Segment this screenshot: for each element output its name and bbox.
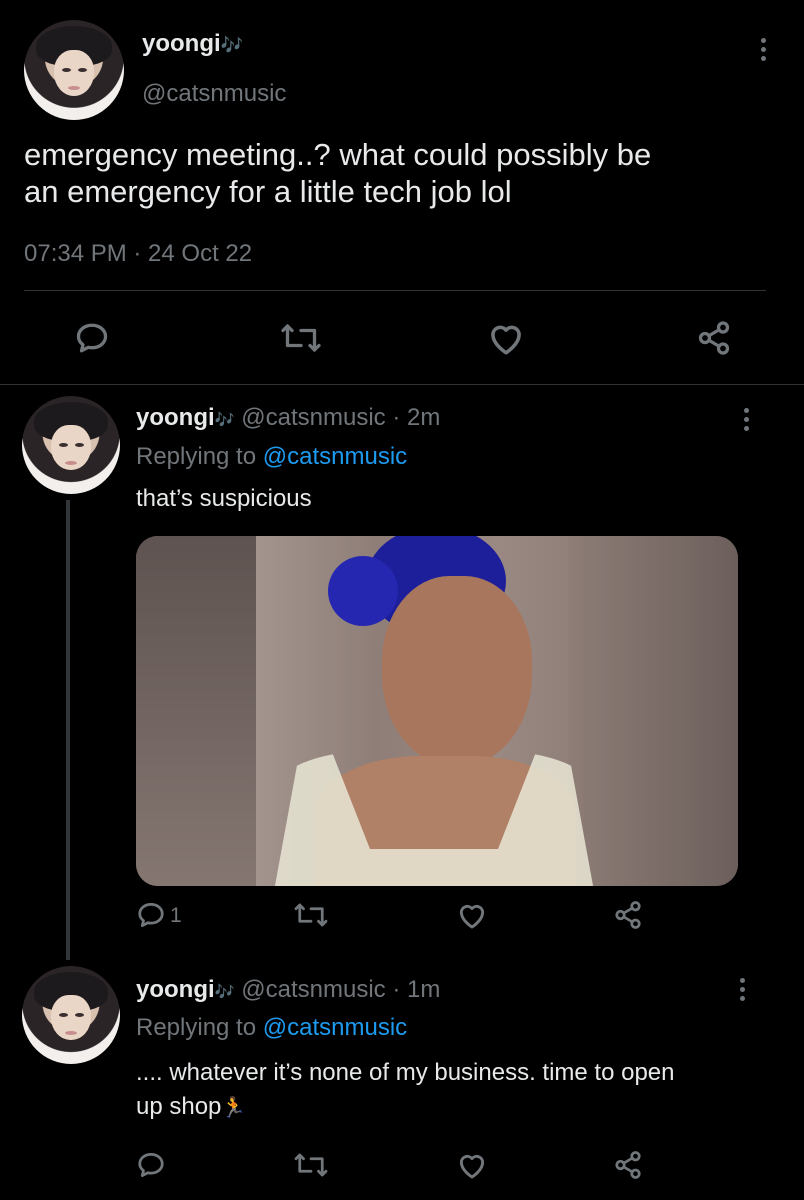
author-handle[interactable]: @catsnmusic: [142, 80, 286, 108]
display-name[interactable]: yoongi: [136, 976, 215, 1003]
like-icon[interactable]: [456, 900, 488, 935]
author-handle[interactable]: @catsnmusic: [241, 404, 385, 431]
tweet-timestamp[interactable]: 07:34 PM · 24 Oct 22: [24, 240, 252, 268]
tweet-text: emergency meeting..? what could possibly…: [24, 136, 651, 210]
share-icon[interactable]: [612, 900, 644, 935]
reply-text-words: up shop: [136, 1093, 222, 1120]
divider: [24, 290, 766, 291]
display-name: yoongi: [142, 30, 221, 57]
replying-to: Replying to @catsnmusic: [136, 1014, 407, 1042]
reply-text: .... whatever it’s none of my business. …: [136, 1056, 675, 1125]
reply-text: that’s suspicious: [136, 485, 312, 512]
divider: [0, 384, 804, 385]
reply-time: · 1m: [392, 976, 441, 1003]
reply-time: · 2m: [392, 404, 441, 431]
like-icon[interactable]: [486, 320, 526, 361]
avatar[interactable]: [24, 20, 124, 120]
replying-to: Replying to @catsnmusic: [136, 443, 407, 471]
running-emoji: 🏃: [221, 1097, 247, 1119]
music-emoji: 🎶: [214, 412, 235, 429]
replying-to-label: Replying to: [136, 1014, 257, 1041]
thread-line: [66, 500, 70, 960]
retweet-icon[interactable]: [280, 320, 322, 361]
like-icon[interactable]: [456, 1150, 488, 1185]
share-icon[interactable]: [612, 1150, 644, 1185]
reply-header: yoongi🎶 @catsnmusic · 1m: [136, 976, 440, 1004]
avatar[interactable]: [22, 396, 120, 494]
author-handle[interactable]: @catsnmusic: [241, 976, 385, 1003]
display-name[interactable]: yoongi: [136, 404, 215, 431]
more-options-icon[interactable]: [761, 38, 767, 65]
reply-image[interactable]: [136, 536, 738, 886]
more-options-icon[interactable]: [740, 978, 746, 1005]
reply-icon[interactable]: [74, 320, 110, 361]
tweet-text-line: emergency meeting..? what could possibly…: [24, 137, 652, 172]
tweet-text-line: an emergency for a little tech job lol: [24, 174, 512, 209]
reply-header: yoongi🎶 @catsnmusic · 2m: [136, 404, 440, 432]
replying-to-label: Replying to: [136, 443, 257, 470]
replying-to-handle[interactable]: @catsnmusic: [263, 443, 407, 470]
reply-icon[interactable]: [136, 1150, 166, 1185]
reply-icon[interactable]: [136, 900, 166, 935]
reply-count: 1: [170, 904, 182, 927]
avatar[interactable]: [22, 966, 120, 1064]
retweet-icon[interactable]: [293, 1150, 329, 1185]
reply-text-line: .... whatever it’s none of my business. …: [136, 1059, 675, 1086]
music-emoji: 🎶: [220, 35, 244, 55]
music-emoji: 🎶: [214, 984, 235, 1001]
author-name[interactable]: yoongi🎶: [142, 30, 243, 58]
reply-text-line: up shop🏃: [136, 1090, 675, 1125]
replying-to-handle[interactable]: @catsnmusic: [263, 1014, 407, 1041]
share-icon[interactable]: [694, 320, 734, 361]
retweet-icon[interactable]: [293, 900, 329, 935]
more-options-icon[interactable]: [744, 408, 750, 435]
